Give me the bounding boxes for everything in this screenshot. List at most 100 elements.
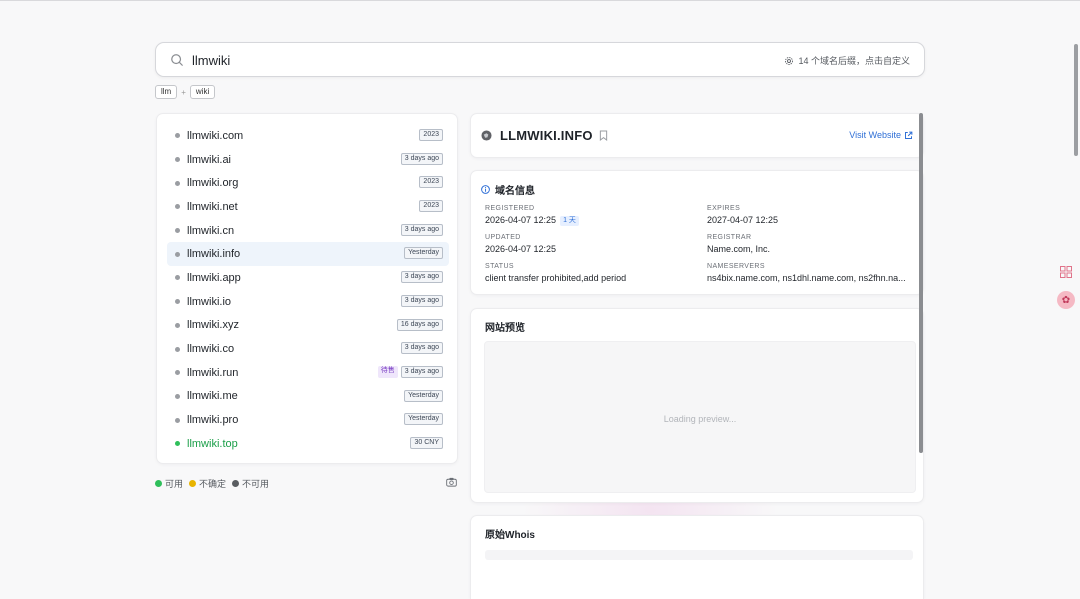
domain-row-me[interactable]: llmwiki.me Yesterday [167,385,449,409]
status-label: STATUS [485,263,514,270]
domain-name: llmwiki.pro [187,414,239,427]
age-badge: 2023 [419,129,443,141]
domain-row-cn[interactable]: llmwiki.cn 3 days ago [167,219,449,243]
grid-apps-icon[interactable] [1060,266,1072,278]
token-separator: + [181,87,186,97]
registered-field: REGISTERED 2026-04-07 12:25 1 天 [485,205,579,226]
domain-name: llmwiki.me [187,390,238,403]
legend-unavailable: 不可用 [242,479,270,489]
expires-field: EXPIRES 2027-04-07 12:25 [707,205,778,225]
registrar-value: Name.com, Inc. [707,244,771,254]
domain-name: llmwiki.io [187,295,231,308]
status-value: client transfer prohibited,add period [485,273,627,283]
registrar-label: REGISTRAR [707,234,752,241]
gear-icon [785,56,794,65]
domain-row-org[interactable]: llmwiki.org 2023 [167,171,449,195]
registered-value: 2026-04-07 12:25 [485,215,557,225]
external-link-icon [905,131,913,139]
registered-label: REGISTERED [485,205,535,212]
status-field: STATUS client transfer prohibited,add pe… [485,263,695,283]
suffix-hint-text: 14 个域名后缀，点击自定义 [798,56,910,66]
status-legend: 可用 不确定 不可用 [155,477,275,490]
domain-name: llmwiki.ai [187,153,231,166]
status-dot [175,299,180,305]
domain-row-run[interactable]: llmwiki.run 待售 3 days ago [167,361,449,385]
domain-name: llmwiki.org [187,177,239,190]
age-badge: 3 days ago [400,294,443,307]
domain-name: llmwiki.cn [187,224,235,237]
unavailable-dot [232,480,240,487]
age-badge: 3 days ago [400,342,443,355]
uncertain-dot [189,480,197,487]
status-dot [175,133,180,139]
preview-loading-text: Loading preview... [663,414,737,424]
whois-loading-placeholder [485,550,913,560]
domain-info-title: 域名信息 [495,186,535,197]
status-dot [175,228,180,234]
domain-name: llmwiki.com [187,129,244,142]
detail-domain-title: LLMWIKI.INFO [500,128,593,143]
domain-row-co[interactable]: llmwiki.co 3 days ago [167,337,449,361]
suffix-settings-button[interactable]: 14 个域名后缀，点击自定义 [784,54,910,67]
visit-website-link[interactable]: Visit Website [849,130,913,140]
domain-row-pro[interactable]: llmwiki.pro Yesterday [167,408,449,432]
nameservers-label: NAMESERVERS [707,263,765,270]
page-scrollbar[interactable] [1074,44,1078,156]
age-badge: 3 days ago [400,152,443,165]
token-tag[interactable]: llm [155,85,178,99]
domain-list: llmwiki.com 2023 llmwiki.ai 3 days ago llm… [156,113,458,464]
assistant-logo-icon[interactable]: ✿ [1057,291,1075,309]
domain-row-info[interactable]: llmwiki.info Yesterday [167,242,449,267]
age-badge: 3 days ago [400,365,443,378]
domain-row-io[interactable]: llmwiki.io 3 days ago [167,290,449,314]
domain-row-com[interactable]: llmwiki.com 2023 [167,124,449,148]
preview-frame: Loading preview... [484,341,916,493]
visit-website-label: Visit Website [849,130,901,140]
nameservers-value: ns4bix.name.com, ns1dhl.name.com, ns2fhn… [707,273,906,283]
updated-label: UPDATED [485,234,521,241]
bookmark-icon[interactable] [599,130,608,141]
legend-available: 可用 [165,479,184,489]
domain-name: llmwiki.xyz [187,319,239,332]
info-icon [481,185,490,194]
registrar-field: REGISTRAR Name.com, Inc. [707,234,770,254]
domain-row-xyz[interactable]: llmwiki.xyz 16 days ago [167,314,449,338]
status-dot [175,275,180,281]
search-bar[interactable]: 14 个域名后缀，点击自定义 [155,42,925,77]
status-dot [175,441,180,447]
domain-row-net[interactable]: llmwiki.net 2023 [167,195,449,219]
domain-name: llmwiki.info [187,248,241,261]
raw-whois-title: 原始Whois [485,530,535,541]
domain-row-app[interactable]: llmwiki.app 3 days ago [167,266,449,290]
status-dot [175,370,180,376]
domain-info-card: 域名信息 REGISTERED 2026-04-07 12:25 1 天 EXPI… [470,170,924,295]
raw-whois-card: 原始Whois [470,515,924,599]
window-top-border [0,0,1080,1]
domain-row-top[interactable]: llmwiki.top 30 CNY [167,432,449,456]
age-badge: 16 days ago [396,318,443,331]
age-badge: 2023 [419,200,443,213]
domain-name: llmwiki.co [187,343,235,356]
domain-detail-header: LLMWIKI.INFO Visit Website [470,113,924,158]
registered-age-pill: 1 天 [560,216,579,226]
domain-name: llmwiki.app [187,271,241,284]
domain-row-ai[interactable]: llmwiki.ai 3 days ago [167,148,449,172]
status-dot [175,346,180,352]
globe-icon [481,130,492,141]
website-preview-card: 网站预览 Loading preview... [470,308,924,503]
expires-label: EXPIRES [707,205,741,212]
website-preview-title: 网站预览 [485,323,525,334]
screenshot-camera-icon[interactable] [446,477,457,487]
status-dot [175,251,180,257]
status-dot [175,322,180,328]
age-badge: 3 days ago [400,271,443,284]
status-dot [175,180,180,186]
search-input[interactable] [192,49,752,71]
domain-name: llmwiki.run [187,366,239,379]
token-tag[interactable]: wiki [189,85,216,99]
status-dot [175,157,180,163]
updated-value: 2026-04-07 12:25 [485,244,557,254]
for-sale-badge: 待售 [377,365,398,378]
detail-scrollbar[interactable] [919,113,923,453]
updated-field: UPDATED 2026-04-07 12:25 [485,234,556,254]
